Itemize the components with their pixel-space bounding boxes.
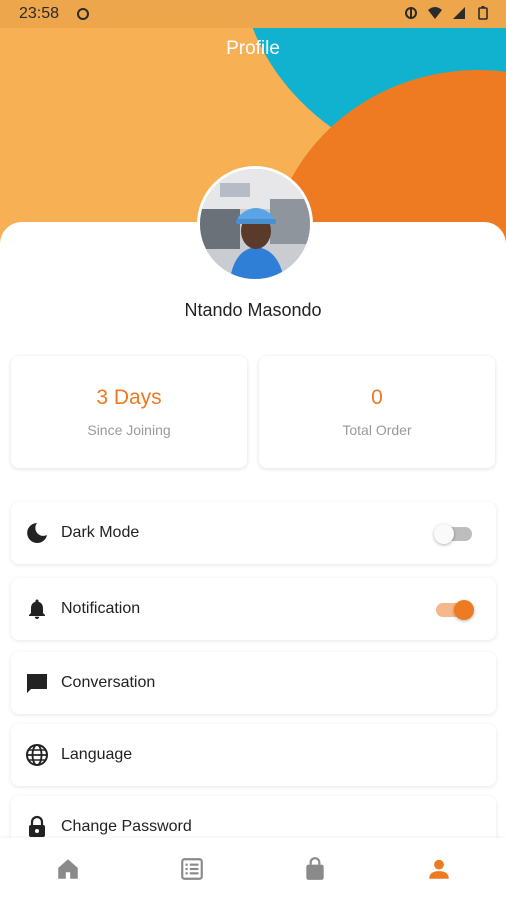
page-title: Profile bbox=[226, 38, 280, 59]
battery-icon bbox=[478, 6, 488, 20]
stat-card-orders: 0 Total Order bbox=[259, 356, 495, 468]
settings-row-notification[interactable]: Notification bbox=[11, 578, 496, 640]
lock-icon bbox=[29, 815, 45, 837]
home-icon[interactable] bbox=[55, 856, 81, 882]
status-time: 23:58 bbox=[19, 5, 60, 22]
stat-value: 0 bbox=[371, 386, 383, 409]
toggle-thumb bbox=[434, 524, 454, 544]
user-name: Ntando Masondo bbox=[184, 300, 322, 320]
toggle-thumb bbox=[454, 600, 474, 620]
status-bar: 23:58 bbox=[0, 0, 506, 28]
profile-icon[interactable] bbox=[426, 856, 452, 882]
signal-icon bbox=[453, 7, 465, 19]
settings-row-language[interactable]: Language bbox=[11, 724, 496, 786]
settings-row-label: Language bbox=[61, 746, 133, 763]
wifi-icon bbox=[428, 7, 442, 19]
settings-row-conversation[interactable]: Conversation bbox=[11, 652, 496, 714]
stat-label: Since Joining bbox=[87, 422, 171, 438]
orders-icon[interactable] bbox=[179, 856, 205, 882]
chat-icon bbox=[27, 674, 47, 693]
stat-card-joining: 3 Days Since Joining bbox=[11, 356, 247, 468]
bag-icon[interactable] bbox=[302, 856, 328, 882]
stat-label: Total Order bbox=[342, 422, 412, 438]
settings-row-dark-mode[interactable]: Dark Mode bbox=[11, 502, 496, 564]
data-saver-icon bbox=[405, 7, 417, 19]
bell-icon bbox=[29, 599, 45, 619]
settings-row-label: Change Password bbox=[61, 818, 192, 835]
avatar-photo bbox=[200, 169, 310, 279]
settings-row-label: Dark Mode bbox=[61, 524, 140, 541]
avatar[interactable] bbox=[197, 166, 313, 282]
status-icons bbox=[404, 6, 490, 20]
status-record-icon bbox=[77, 8, 89, 20]
moon-icon bbox=[27, 523, 47, 543]
stat-value: 3 Days bbox=[96, 386, 162, 409]
bottom-navigation bbox=[0, 838, 506, 900]
notification-toggle[interactable] bbox=[436, 600, 474, 620]
globe-icon bbox=[26, 744, 48, 766]
settings-row-label: Notification bbox=[61, 600, 141, 617]
dark-mode-toggle[interactable] bbox=[434, 524, 472, 544]
settings-row-label: Conversation bbox=[61, 674, 156, 691]
